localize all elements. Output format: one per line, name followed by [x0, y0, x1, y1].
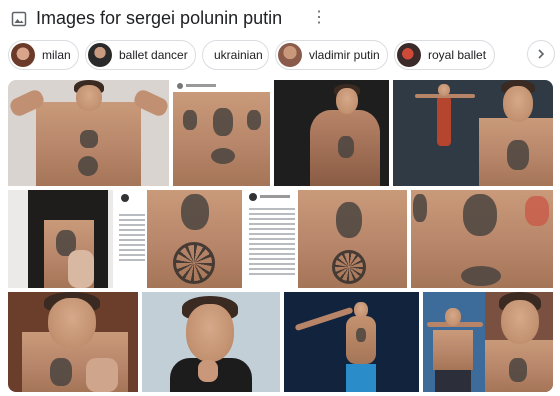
result-image[interactable] — [411, 190, 553, 288]
image-results-grid — [8, 80, 553, 392]
chip-milan[interactable]: milan — [8, 40, 79, 70]
result-image[interactable] — [274, 80, 389, 186]
result-image[interactable] — [8, 190, 113, 288]
chip-royal-ballet[interactable]: royal ballet — [394, 40, 495, 70]
chip-label: ballet dancer — [119, 48, 188, 62]
result-image[interactable] — [8, 80, 169, 186]
result-image[interactable] — [393, 80, 553, 186]
result-image[interactable] — [284, 292, 419, 392]
chip-thumbnail — [397, 43, 421, 67]
related-search-chips: milan ballet dancer ukrainian vladimir p… — [0, 38, 560, 72]
page-title: Images for sergei polunin putin — [36, 8, 283, 28]
chip-thumbnail — [278, 43, 302, 67]
chip-ukrainian[interactable]: ukrainian — [202, 40, 269, 70]
more-vert-icon[interactable]: ⋮ — [311, 9, 327, 27]
image-search-icon — [11, 11, 27, 27]
result-image[interactable] — [173, 80, 270, 186]
result-image[interactable] — [485, 292, 553, 392]
result-image[interactable] — [298, 190, 407, 288]
chip-label: milan — [42, 48, 71, 62]
result-image[interactable] — [142, 292, 280, 392]
chip-ballet-dancer[interactable]: ballet dancer — [85, 40, 196, 70]
chip-label: royal ballet — [428, 48, 487, 62]
chip-vladimir-putin[interactable]: vladimir putin — [275, 40, 388, 70]
results-header: Images for sergei polunin putin ⋮ — [0, 0, 560, 38]
result-image[interactable] — [147, 190, 242, 288]
chip-thumbnail — [11, 43, 35, 67]
result-image[interactable] — [117, 190, 147, 288]
result-image[interactable] — [8, 292, 138, 392]
result-image[interactable] — [423, 292, 485, 392]
result-image[interactable] — [246, 190, 298, 288]
chip-label: vladimir putin — [309, 48, 380, 62]
chip-label: ukrainian — [214, 48, 263, 62]
chip-thumbnail — [88, 43, 112, 67]
chevron-right-icon[interactable] — [527, 40, 555, 68]
